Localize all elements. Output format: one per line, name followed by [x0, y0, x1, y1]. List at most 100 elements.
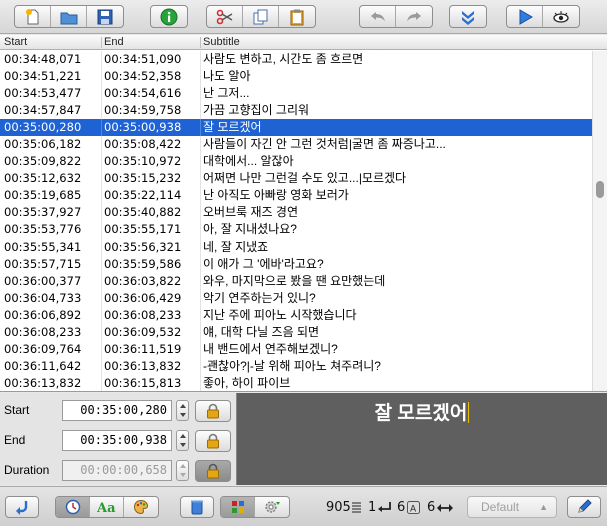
style-select[interactable]: Default ▲ [467, 496, 557, 518]
cell-end-time: 00:35:56,321 [104, 239, 182, 254]
table-row[interactable]: 00:36:00,377 00:36:03,822 와우, 마지막으로 봤을 땐 요… [0, 272, 592, 290]
copy-icon [253, 9, 267, 24]
cell-subtitle-text: 아, 잘 지내셨나요? [203, 222, 297, 237]
end-lock-button[interactable] [195, 430, 231, 452]
play-button[interactable] [507, 6, 543, 27]
grid-view-toggle[interactable] [221, 497, 255, 517]
font-size-value: 6 [397, 500, 406, 515]
copy-button[interactable] [243, 6, 279, 27]
open-file-button[interactable] [51, 6, 87, 27]
redo-icon [407, 11, 421, 21]
table-row[interactable]: 00:34:51,221 00:34:52,358 나도 알아 [0, 68, 592, 86]
file-button-group [14, 5, 124, 28]
table-row[interactable]: 00:35:37,927 00:35:40,882 오버브룩 재즈 경연 [0, 204, 592, 222]
cell-start-time: 00:34:53,477 [4, 86, 82, 101]
jump-down-button[interactable] [450, 6, 486, 27]
cell-end-time: 00:35:59,586 [104, 256, 182, 271]
column-header-start[interactable]: Start [4, 36, 27, 48]
lock-icon [207, 463, 219, 479]
start-time-field[interactable]: 00:35:00,280 [62, 400, 172, 421]
lock-icon [207, 403, 219, 419]
preview-text: 잘 모르겠어 [374, 403, 468, 424]
cell-start-time: 00:34:48,071 [4, 52, 82, 66]
cell-end-time: 00:34:54,616 [104, 86, 182, 101]
info-button[interactable] [151, 6, 187, 27]
table-row[interactable]: 00:34:53,477 00:34:54,616 난 그저... [0, 85, 592, 103]
cell-end-time: 00:36:03,822 [104, 273, 182, 288]
undo-redo-group [359, 5, 433, 28]
table-row[interactable]: 00:34:48,071 00:34:51,090 사람도 변하고, 시간도 좀 흐… [0, 51, 592, 69]
table-row[interactable]: 00:35:00,280 00:35:00,938 잘 모르겠어 [0, 119, 592, 137]
paste-button[interactable] [279, 6, 315, 27]
lock-icon [207, 433, 219, 449]
table-row[interactable]: 00:35:12,632 00:35:15,232 어쩌면 나만 그런걸 수도 있고… [0, 170, 592, 188]
settings-toggle[interactable] [255, 497, 289, 517]
column-header-subtitle[interactable]: Subtitle [203, 36, 240, 48]
font-view-toggle[interactable]: Aa [90, 497, 124, 517]
lines-value: 1 [368, 500, 377, 515]
start-time-stepper[interactable] [176, 400, 189, 421]
table-row[interactable]: 00:35:55,341 00:35:56,321 네, 잘 지냈죠 [0, 238, 592, 256]
cell-subtitle-text: 잘 모르겠어 [203, 120, 262, 135]
end-time-stepper[interactable] [176, 430, 189, 451]
cell-subtitle-text: 사람도 변하고, 시간도 좀 흐르면 [203, 52, 364, 66]
cell-subtitle-text: -괜찮아?|-날 위해 피아노 쳐주려니? [203, 358, 381, 373]
start-lock-button[interactable] [195, 400, 231, 422]
redo-button[interactable] [396, 6, 432, 27]
duration-stepper[interactable] [176, 460, 189, 481]
duration-field[interactable]: 00:00:00,658 [62, 460, 172, 481]
info-button-group [150, 5, 188, 28]
table-row[interactable]: 00:35:19,685 00:35:22,114 난 아직도 아빠랑 영화 보러가 [0, 187, 592, 205]
double-chevron-down-icon [462, 10, 474, 25]
preview-eye-button[interactable] [543, 6, 579, 27]
cell-end-time: 00:35:55,171 [104, 222, 182, 237]
return-button[interactable] [5, 496, 39, 518]
table-row[interactable]: 00:35:57,715 00:35:59,586 이 애가 그 '에바'라고요? [0, 255, 592, 273]
color-view-toggle[interactable] [124, 497, 158, 517]
cell-subtitle-text: 좋아, 하이 파이브 [203, 375, 291, 390]
table-row[interactable]: 00:35:06,182 00:35:08,422 사람들이 자긴 안 그런 것처럼… [0, 136, 592, 154]
cell-start-time: 00:35:09,822 [4, 154, 82, 169]
end-time-field[interactable]: 00:35:00,938 [62, 430, 172, 451]
subtitle-preview-editor[interactable]: 잘 모르겠어 [237, 398, 607, 425]
cut-button[interactable] [207, 6, 243, 27]
table-row[interactable]: 00:36:08,233 00:36:09,532 얘, 대학 다닐 즈음 되면 [0, 323, 592, 341]
cell-subtitle-text: 대학에서... 알잖아 [203, 154, 294, 169]
table-rows: 00:34:48,071 00:34:51,090 사람도 변하고, 시간도 좀 흐… [0, 51, 592, 391]
save-file-button[interactable] [87, 6, 123, 27]
table-row[interactable]: 00:36:06,892 00:36:08,233 지난 주에 피아노 시작했습니다 [0, 306, 592, 324]
table-row[interactable]: 00:36:13,832 00:36:15,813 좋아, 하이 파이브 [0, 374, 592, 391]
color-grid-icon [231, 501, 244, 513]
end-label: End [4, 433, 26, 447]
table-row[interactable]: 00:36:09,764 00:36:11,519 내 밴드에서 연주해보겠니? [0, 340, 592, 358]
table-row[interactable]: 00:35:53,776 00:35:55,171 아, 잘 지내셨나요? [0, 221, 592, 239]
line-count-value: 905 [326, 500, 351, 515]
scissors-icon [216, 9, 232, 24]
undo-button[interactable] [360, 6, 396, 27]
subtitle-preview-panel[interactable]: 잘 모르겠어 [236, 393, 607, 485]
table-row[interactable]: 00:35:09,822 00:35:10,972 대학에서... 알잖아 [0, 153, 592, 171]
vertical-scrollbar[interactable] [592, 51, 607, 391]
cell-end-time: 00:35:00,938 [104, 120, 182, 135]
duration-label: Duration [4, 463, 50, 477]
edit-pencil-button[interactable] [567, 496, 601, 518]
table-row[interactable]: 00:36:04,733 00:36:06,429 악기 연주하는거 있니? [0, 289, 592, 307]
table-row[interactable]: 00:36:11,642 00:36:13,832 -괜찮아?|-날 위해 피아노 … [0, 357, 592, 375]
cell-subtitle-text: 나도 알아 [203, 69, 251, 84]
cell-start-time: 00:34:51,221 [4, 69, 82, 84]
timing-view-toggle[interactable] [56, 497, 90, 517]
trash-button[interactable] [180, 496, 214, 518]
cell-start-time: 00:36:08,233 [4, 324, 82, 339]
column-header-end[interactable]: End [104, 36, 124, 48]
new-file-button[interactable] [15, 6, 51, 27]
cell-start-time: 00:35:19,685 [4, 188, 82, 203]
cell-subtitle-text: 오버브룩 재즈 경연 [203, 205, 298, 220]
scrollbar-thumb[interactable] [596, 181, 604, 198]
duration-lock-button[interactable] [195, 460, 231, 482]
chevron-updown-icon: ▲ [539, 502, 548, 512]
timing-panel: Start 00:35:00,280 End 00:35:00,938 Dura… [0, 393, 236, 485]
trash-can-icon [191, 500, 203, 515]
clock-icon [65, 499, 80, 515]
cell-end-time: 00:35:10,972 [104, 154, 182, 169]
table-row[interactable]: 00:34:57,847 00:34:59,758 가끔 고향집이 그리워 [0, 102, 592, 120]
